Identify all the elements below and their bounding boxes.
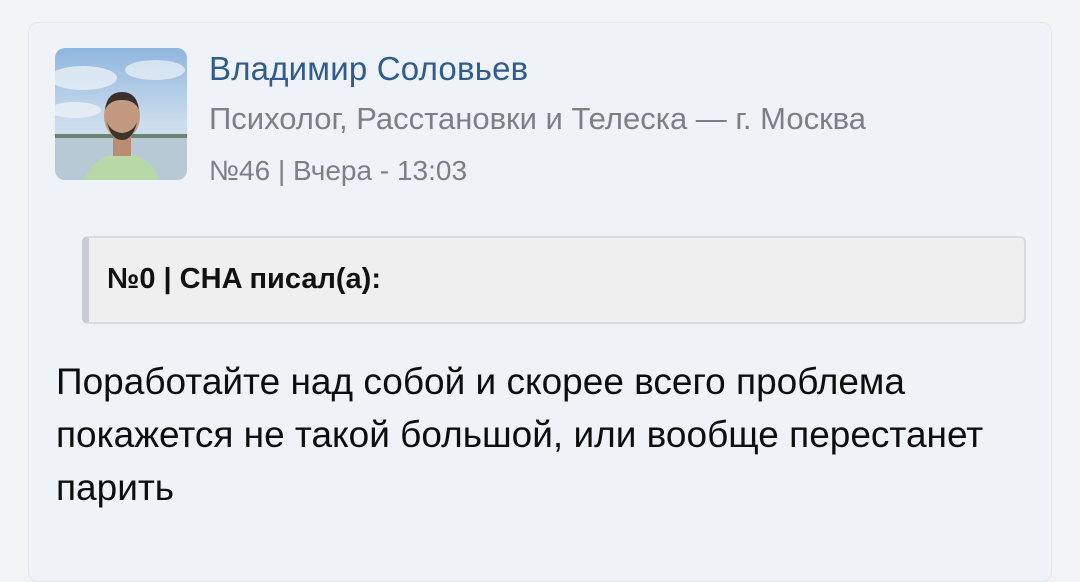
author-description: Психолог, Расстановки и Телеска — г. Мос… bbox=[209, 101, 866, 136]
author-avatar[interactable] bbox=[55, 48, 187, 180]
quote-header[interactable]: №0 | CHA писал(а): bbox=[107, 263, 381, 296]
post-meta: №46 | Вчера - 13:03 bbox=[209, 155, 468, 186]
avatar-photo bbox=[55, 48, 187, 180]
post-body-text: Поработайте над собой и скорее всего про… bbox=[56, 361, 984, 508]
forum-post-card: Владимир Соловьев Психолог, Расстановки … bbox=[28, 22, 1052, 582]
quote-block: №0 | CHA писал(а): bbox=[82, 236, 1026, 324]
author-name-link[interactable]: Владимир Соловьев bbox=[209, 50, 528, 88]
